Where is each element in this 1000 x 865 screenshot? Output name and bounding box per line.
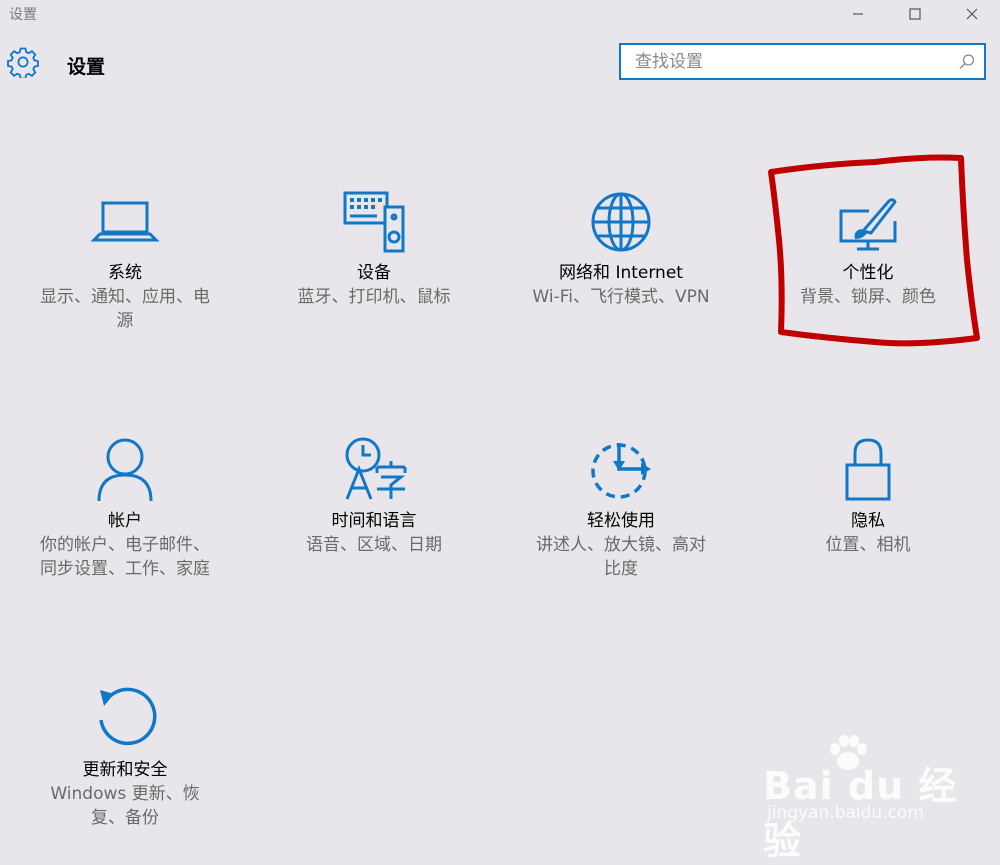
tile-desc-line1: 讲述人、放大镜、高对 [536, 535, 706, 555]
tile-desc-line2: 同步设置、工作、家庭 [40, 559, 210, 579]
tile-devices[interactable]: 设备 蓝牙、打印机、鼠标 [274, 185, 474, 345]
tile-name: 更新和安全 [82, 760, 168, 780]
tile-name: 设备 [357, 263, 391, 283]
tile-network[interactable]: 网络和 Internet Wi-Fi、飞行模式、VPN [521, 185, 721, 345]
laptop-icon [90, 185, 160, 255]
tile-name: 个性化 [842, 263, 894, 283]
tile-name: 隐私 [851, 511, 885, 531]
tile-desc-line1: 蓝牙、打印机、鼠标 [297, 287, 451, 307]
tile-privacy[interactable]: 隐私 位置、相机 [768, 433, 968, 593]
tile-desc-line2: 复、备份 [91, 808, 159, 828]
tile-accounts[interactable]: 帐户 你的帐户、电子邮件、 同步设置、工作、家庭 [25, 433, 225, 593]
tile-desc-line1: Windows 更新、恢 [50, 784, 200, 804]
tile-desc-line1: 背景、锁屏、颜色 [800, 287, 936, 307]
paint-monitor-icon [833, 185, 903, 255]
maximize-icon [909, 8, 921, 20]
clock-language-icon [339, 433, 409, 503]
search-icon[interactable] [958, 53, 976, 75]
tile-ease-of-access[interactable]: 轻松使用 讲述人、放大镜、高对 比度 [521, 433, 721, 593]
tile-desc-line1: 你的帐户、电子邮件、 [40, 535, 210, 555]
tile-desc-line1: Wi-Fi、飞行模式、VPN [532, 287, 710, 307]
tile-time-language[interactable]: 时间和语言 语音、区域、日期 [274, 433, 474, 593]
title-bar: 设置 [0, 0, 1000, 28]
paw-icon [830, 735, 867, 770]
tile-system[interactable]: 系统 显示、通知、应用、电 源 [25, 185, 225, 345]
keyboard-speaker-icon [339, 185, 409, 255]
maximize-button[interactable] [888, 0, 942, 28]
minimize-button[interactable] [831, 0, 885, 28]
tile-name: 时间和语言 [331, 511, 417, 531]
person-icon [90, 433, 160, 503]
tile-desc-line1: 语音、区域、日期 [306, 535, 442, 555]
page-title: 设置 [67, 56, 106, 78]
tile-name: 轻松使用 [587, 511, 655, 531]
tile-desc-line1: 显示、通知、应用、电 [40, 287, 210, 307]
watermark-brand: Bai du 经验 [763, 764, 958, 863]
tile-desc-line2: 比度 [604, 559, 638, 579]
ease-of-access-icon [586, 433, 656, 503]
gear-icon [7, 46, 39, 80]
close-button[interactable] [945, 0, 999, 28]
tile-desc-line1: 位置、相机 [825, 535, 911, 555]
tile-name: 帐户 [108, 511, 142, 531]
close-icon [966, 8, 978, 20]
tile-personalization[interactable]: 个性化 背景、锁屏、颜色 [768, 185, 968, 345]
tile-update-security[interactable]: 更新和安全 Windows 更新、恢 复、备份 [25, 682, 225, 842]
window-title: 设置 [9, 7, 37, 23]
tile-name: 系统 [108, 263, 142, 283]
watermark: Bai du 经验 jingyan.baidu.com [763, 735, 963, 863]
refresh-icon [90, 682, 160, 752]
lock-icon [833, 433, 903, 503]
minimize-icon [853, 13, 863, 15]
globe-icon [586, 185, 656, 255]
search-input[interactable] [621, 45, 965, 78]
search-box[interactable] [619, 43, 986, 80]
tile-desc-line2: 源 [116, 311, 134, 331]
tile-name: 网络和 Internet [559, 263, 683, 283]
watermark-url: jingyan.baidu.com [767, 803, 924, 823]
